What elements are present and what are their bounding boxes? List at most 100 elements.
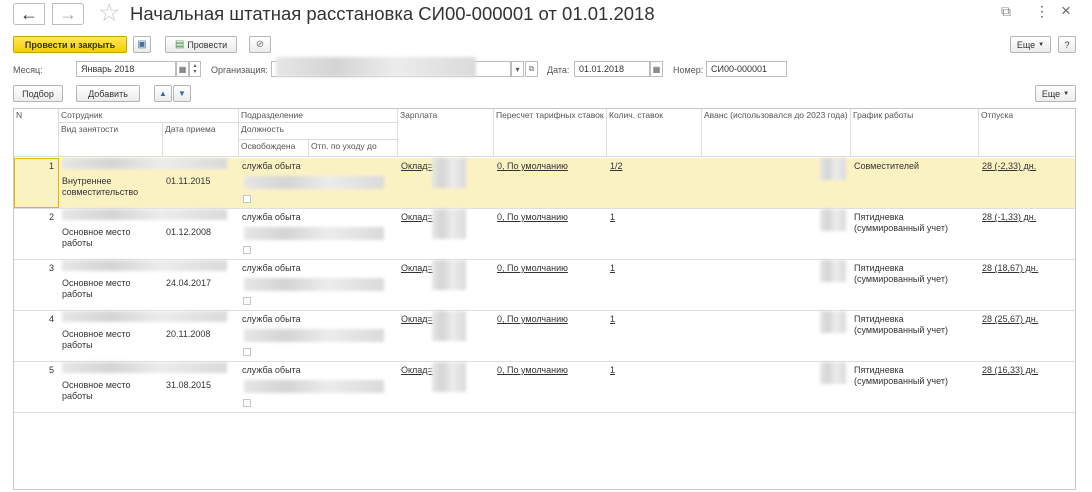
col-released[interactable]: Освобождена [239, 140, 309, 157]
tariff-link[interactable]: 0, По умолчанию [497, 365, 568, 376]
col-rates-count[interactable]: Колич. ставок [607, 109, 702, 157]
schedule: Совместителей [854, 161, 920, 171]
advance-redacted [820, 311, 846, 333]
chevron-down-icon: ▼ [1038, 41, 1045, 48]
date-calendar-icon[interactable]: ▦ [650, 61, 663, 77]
col-advance[interactable]: Аванс (использовался до 2023 года) [702, 109, 851, 157]
date-input[interactable]: 01.01.2018 [574, 61, 650, 77]
employee-name-redacted [62, 158, 227, 169]
department: служба обыта [242, 212, 301, 222]
staff-table[interactable]: N Сотрудник Вид занятости Дата приема По… [13, 108, 1076, 490]
open-organization-icon[interactable]: ⧉ [525, 61, 538, 77]
rates-link[interactable]: 1 [610, 365, 615, 376]
col-n[interactable]: N [14, 109, 59, 157]
employment-type: Основное место работы [62, 278, 131, 299]
close-icon[interactable]: × [1061, 1, 1071, 21]
table-row[interactable]: 3 Основное место работы 24.04.2017 служб… [14, 260, 1075, 311]
more-vertical-icon[interactable]: ⋮ [1035, 3, 1049, 20]
salary-redacted [432, 158, 466, 188]
vacation-link[interactable]: 28 (25,67) дн. [982, 314, 1038, 325]
month-input[interactable]: Январь 2018 [76, 61, 176, 77]
rates-link[interactable]: 1 [610, 212, 615, 223]
tariff-link[interactable]: 0, По умолчанию [497, 314, 568, 325]
tariff-link[interactable]: 0, По умолчанию [497, 161, 568, 172]
tariff-link[interactable]: 0, По умолчанию [497, 263, 568, 274]
position-redacted [244, 227, 384, 240]
table-more-button[interactable]: Еще ▼ [1035, 85, 1076, 102]
move-up-button[interactable]: ▲ [154, 85, 172, 102]
row-number: 1 [48, 161, 54, 171]
schedule: Пятидневка (суммированный учет) [854, 212, 948, 233]
salary-redacted [432, 362, 466, 392]
number-input[interactable]: СИ00-000001 [706, 61, 787, 77]
employment-type: Внутреннее совместительство [62, 176, 139, 197]
hire-date: 01.12.2008 [166, 227, 212, 237]
table-row[interactable]: 2 Основное место работы 01.12.2008 служб… [14, 209, 1075, 260]
arrow-left-icon: ← [20, 4, 38, 24]
table-more-label: Еще [1041, 88, 1061, 99]
salary-redacted [432, 260, 466, 290]
post-label: Провести [187, 39, 228, 50]
add-button[interactable]: Добавить [76, 85, 140, 102]
col-vacations[interactable]: Отпуска [979, 109, 1075, 157]
salary-link[interactable]: Оклад= [401, 161, 433, 172]
table-row[interactable]: 5 Основное место работы 31.08.2015 служб… [14, 362, 1075, 413]
vacation-link[interactable]: 28 (18,67) дн. [982, 263, 1038, 274]
released-checkbox[interactable] [243, 297, 251, 305]
vacation-link[interactable]: 28 (-1,33) дн. [982, 212, 1036, 223]
col-hire-date[interactable]: Дата приема [163, 123, 239, 157]
table-row[interactable]: 1 Внутреннее совместительство 01.11.2015… [14, 158, 1075, 209]
link-icon[interactable]: ⧉ [1001, 3, 1011, 20]
back-button[interactable]: ← [13, 3, 45, 25]
month-stepper[interactable]: ▴ ▾ [189, 61, 201, 77]
salary-link[interactable]: Оклад= [401, 314, 433, 325]
employee-name-redacted [62, 362, 227, 373]
released-checkbox[interactable] [243, 195, 251, 203]
col-tariff-recalc[interactable]: Пересчет тарифных ставок [494, 109, 607, 157]
released-checkbox[interactable] [243, 246, 251, 254]
more-label: Еще [1016, 39, 1036, 50]
calendar-icon[interactable]: ▦ [176, 61, 189, 77]
col-employee[interactable]: Сотрудник [59, 109, 239, 123]
post-button[interactable]: ▤ Провести [165, 36, 237, 53]
col-salary[interactable]: Зарплата [398, 109, 494, 157]
save-button[interactable]: ▣ [133, 36, 151, 53]
pick-button[interactable]: Подбор [13, 85, 63, 102]
rates-link[interactable]: 1 [610, 263, 615, 274]
position-redacted [244, 380, 384, 393]
favorite-star-icon[interactable]: ☆ [98, 1, 120, 26]
organization-label: Организация: [211, 65, 268, 75]
month-label: Месяц: [13, 65, 43, 75]
col-department[interactable]: Подразделение [239, 109, 398, 123]
help-button[interactable]: ? [1058, 36, 1076, 53]
employee-name-redacted [62, 209, 227, 220]
col-schedule[interactable]: График работы [851, 109, 979, 157]
col-position[interactable]: Должность [239, 123, 398, 140]
vacation-link[interactable]: 28 (-2,33) дн. [982, 161, 1036, 172]
row-number: 4 [48, 314, 54, 324]
table-more-chevron-icon: ▼ [1063, 90, 1070, 97]
rates-link[interactable]: 1 [610, 314, 615, 325]
col-employment-type[interactable]: Вид занятости [59, 123, 163, 157]
salary-link[interactable]: Оклад= [401, 212, 433, 223]
released-checkbox[interactable] [243, 399, 251, 407]
attach-button[interactable]: ⊘ [249, 36, 271, 53]
employee-name-redacted [62, 260, 227, 271]
released-checkbox[interactable] [243, 348, 251, 356]
organization-dropdown-icon[interactable]: ▾ [511, 61, 524, 77]
more-button[interactable]: Еще ▼ [1010, 36, 1051, 53]
department: служба обыта [242, 263, 301, 273]
row-number: 5 [48, 365, 54, 375]
vacation-link[interactable]: 28 (16,33) дн. [982, 365, 1038, 376]
salary-link[interactable]: Оклад= [401, 263, 433, 274]
table-row[interactable]: 4 Основное место работы 20.11.2008 служб… [14, 311, 1075, 362]
col-parental-leave[interactable]: Отп. по уходу до [309, 140, 398, 157]
salary-link[interactable]: Оклад= [401, 365, 433, 376]
forward-button[interactable]: → [52, 3, 84, 25]
move-down-button[interactable]: ▼ [173, 85, 191, 102]
hire-date: 31.08.2015 [166, 380, 212, 390]
rates-link[interactable]: 1/2 [610, 161, 623, 172]
department: служба обыта [242, 161, 301, 171]
post-and-close-button[interactable]: Провести и закрыть [13, 36, 127, 53]
tariff-link[interactable]: 0, По умолчанию [497, 212, 568, 223]
